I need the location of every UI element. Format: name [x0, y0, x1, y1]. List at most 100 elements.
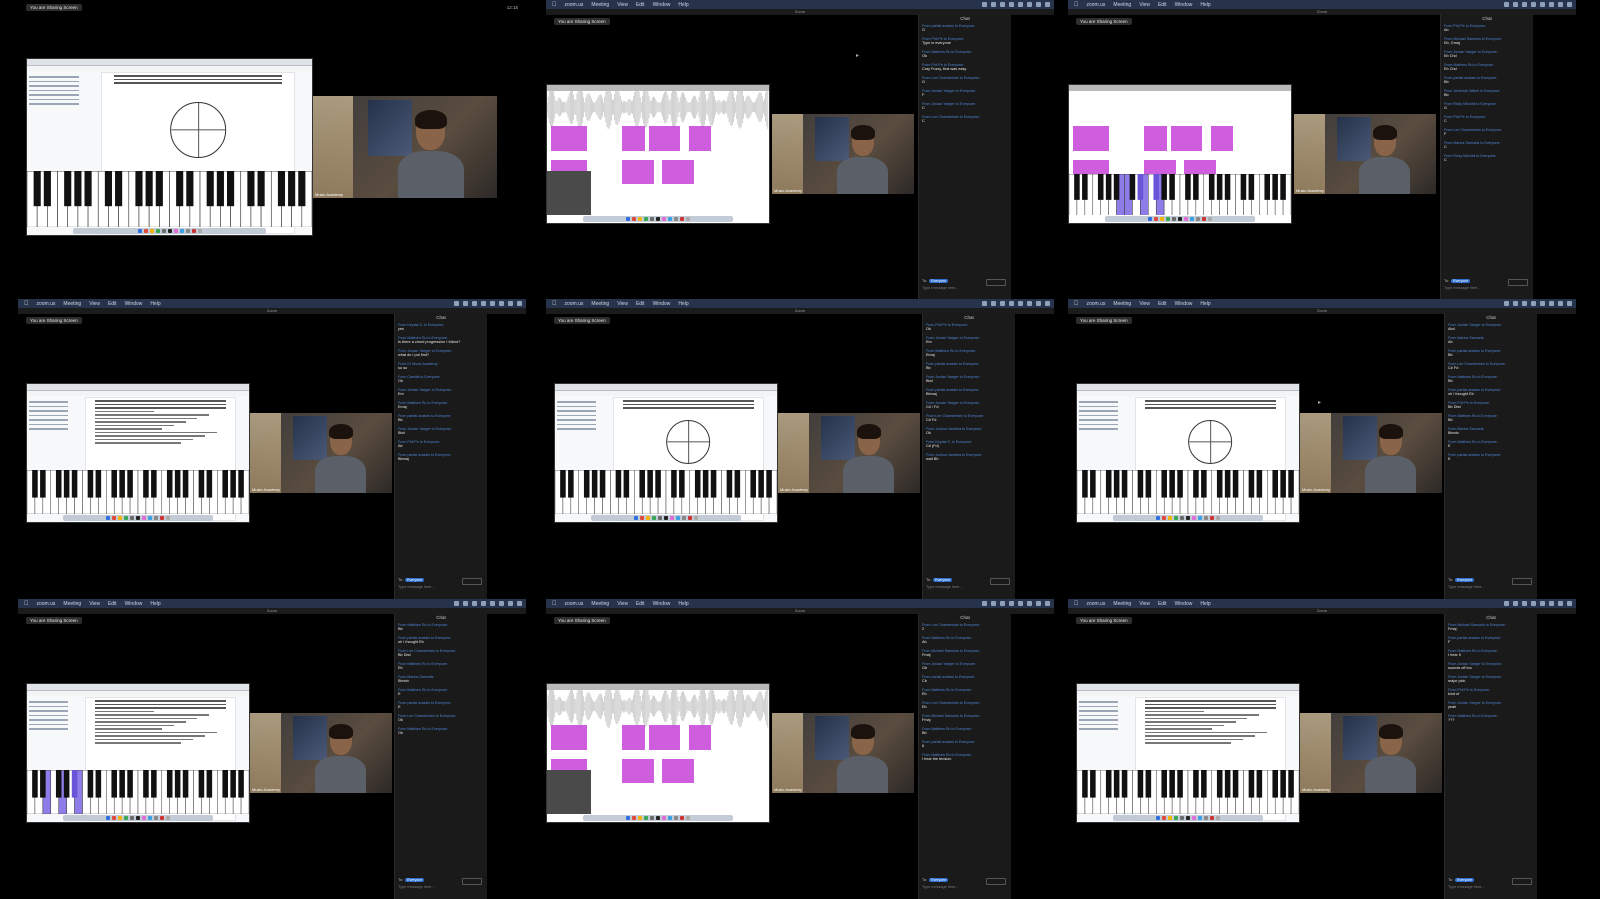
menubar-item[interactable]: View	[617, 301, 628, 307]
menubar-item[interactable]: Edit	[108, 301, 117, 307]
shared-screen[interactable]	[546, 84, 770, 224]
dock-app-icon[interactable]	[106, 516, 110, 520]
shared-screen[interactable]	[26, 58, 313, 236]
file-icon[interactable]	[990, 578, 1010, 585]
chat-messages[interactable]: From Lee Chamberlain to Everyone: 2 From M…	[922, 623, 1008, 875]
menubar-item[interactable]: Window	[653, 601, 671, 607]
dock-app-icon[interactable]	[179, 229, 184, 233]
apple-icon[interactable]: 	[552, 2, 557, 8]
menubar-item[interactable]: Meeting	[591, 601, 609, 607]
dock-app-icon[interactable]	[644, 217, 648, 221]
status-icon[interactable]	[517, 301, 522, 306]
menubar-item[interactable]: Edit	[636, 2, 645, 8]
dock-app-icon[interactable]	[155, 229, 160, 233]
status-icon[interactable]	[1522, 601, 1527, 606]
browser-tab-bar[interactable]	[27, 384, 249, 391]
chat-input[interactable]: Type message here...	[926, 585, 1012, 589]
status-icon[interactable]	[499, 601, 504, 606]
virtual-piano[interactable]	[27, 170, 312, 227]
dock-app-icon[interactable]	[1216, 516, 1220, 520]
sharing-screen-pill[interactable]: You are Sharing Screen	[26, 4, 82, 11]
menubar-item[interactable]: zoom.us	[37, 601, 56, 607]
menubar-item[interactable]: Edit	[636, 601, 645, 607]
dock-app-icon[interactable]	[185, 229, 190, 233]
menubar-item[interactable]: Meeting	[1113, 301, 1131, 307]
file-icon[interactable]	[1508, 279, 1528, 286]
status-icon[interactable]	[1036, 301, 1041, 306]
file-icon[interactable]	[986, 878, 1006, 885]
menubar-item[interactable]: Help	[678, 2, 688, 8]
midi-clip[interactable]	[551, 126, 587, 152]
status-icon[interactable]	[1540, 301, 1545, 306]
dock-app-icon[interactable]	[640, 516, 644, 520]
recipient-dropdown[interactable]: Everyone	[933, 578, 953, 582]
status-icon[interactable]	[1027, 601, 1032, 606]
dock-app-icon[interactable]	[130, 516, 134, 520]
status-icon[interactable]	[1522, 301, 1527, 306]
status-icon[interactable]	[1000, 301, 1005, 306]
chat-input[interactable]: Type message here...	[398, 885, 484, 889]
shared-screen[interactable]	[1076, 383, 1300, 523]
dock-app-icon[interactable]	[682, 516, 686, 520]
sharing-screen-pill[interactable]: You are Sharing Screen	[26, 617, 82, 624]
menubar-item[interactable]: Help	[1200, 2, 1210, 8]
status-icon[interactable]	[517, 601, 522, 606]
menubar-item[interactable]: Window	[125, 601, 143, 607]
mac-dock[interactable]	[62, 515, 214, 521]
mac-dock[interactable]	[1104, 216, 1256, 222]
menubar-item[interactable]: View	[617, 2, 628, 8]
chat-input[interactable]: Type message here...	[922, 286, 1008, 290]
dock-app-icon[interactable]	[142, 516, 146, 520]
status-icon[interactable]	[1558, 601, 1563, 606]
dock-app-icon[interactable]	[652, 516, 656, 520]
dock-app-icon[interactable]	[674, 816, 678, 820]
menubar-item[interactable]: Help	[678, 301, 688, 307]
dock-app-icon[interactable]	[1204, 516, 1208, 520]
dock-app-icon[interactable]	[143, 229, 148, 233]
menubar-item[interactable]: Window	[653, 301, 671, 307]
dock-app-icon[interactable]	[149, 229, 154, 233]
browser-tab-bar[interactable]	[27, 59, 312, 66]
dock-app-icon[interactable]	[656, 816, 660, 820]
shared-screen[interactable]	[26, 383, 250, 523]
dock-app-icon[interactable]	[166, 516, 170, 520]
dock-app-icon[interactable]	[1178, 217, 1182, 221]
dock-app-icon[interactable]	[161, 229, 166, 233]
sharing-screen-pill[interactable]: You are Sharing Screen	[554, 18, 610, 25]
chat-messages[interactable]: From Michael Samuels to Everyone: Fmaj Fro…	[1448, 623, 1534, 875]
dock-app-icon[interactable]	[1186, 816, 1190, 820]
dock-app-icon[interactable]	[668, 816, 672, 820]
dock-app-icon[interactable]	[124, 516, 128, 520]
apple-icon[interactable]: 	[24, 601, 29, 607]
dock-app-icon[interactable]	[632, 217, 636, 221]
dock-app-icon[interactable]	[626, 217, 630, 221]
menubar-item[interactable]: zoom.us	[1087, 601, 1106, 607]
status-icon[interactable]	[991, 301, 996, 306]
recipient-dropdown[interactable]: Everyone	[929, 878, 949, 882]
menubar-item[interactable]: Window	[1175, 301, 1193, 307]
status-icon[interactable]	[1027, 301, 1032, 306]
dock-app-icon[interactable]	[1204, 816, 1208, 820]
status-icon[interactable]	[1567, 301, 1572, 306]
midi-clip[interactable]	[689, 725, 712, 751]
dock-app-icon[interactable]	[1166, 217, 1170, 221]
virtual-piano[interactable]	[27, 769, 249, 814]
shared-screen[interactable]	[26, 683, 250, 823]
menubar-item[interactable]: Edit	[1158, 301, 1167, 307]
midi-clip[interactable]	[622, 725, 645, 751]
menubar-item[interactable]: zoom.us	[565, 2, 584, 8]
midi-clip[interactable]	[1171, 126, 1203, 152]
menubar-item[interactable]: Meeting	[591, 2, 609, 8]
mac-dock[interactable]	[72, 228, 267, 234]
dock-app-icon[interactable]	[626, 816, 630, 820]
menubar-item[interactable]: Meeting	[1113, 601, 1131, 607]
menubar-item[interactable]: View	[617, 601, 628, 607]
virtual-piano[interactable]	[1069, 173, 1291, 215]
dock-app-icon[interactable]	[644, 816, 648, 820]
menubar-item[interactable]: View	[89, 301, 100, 307]
menubar-item[interactable]: Edit	[1158, 601, 1167, 607]
dock-app-icon[interactable]	[656, 217, 660, 221]
apple-icon[interactable]: 	[1074, 301, 1079, 307]
shared-screen[interactable]	[1068, 84, 1292, 224]
status-icon[interactable]	[982, 301, 987, 306]
